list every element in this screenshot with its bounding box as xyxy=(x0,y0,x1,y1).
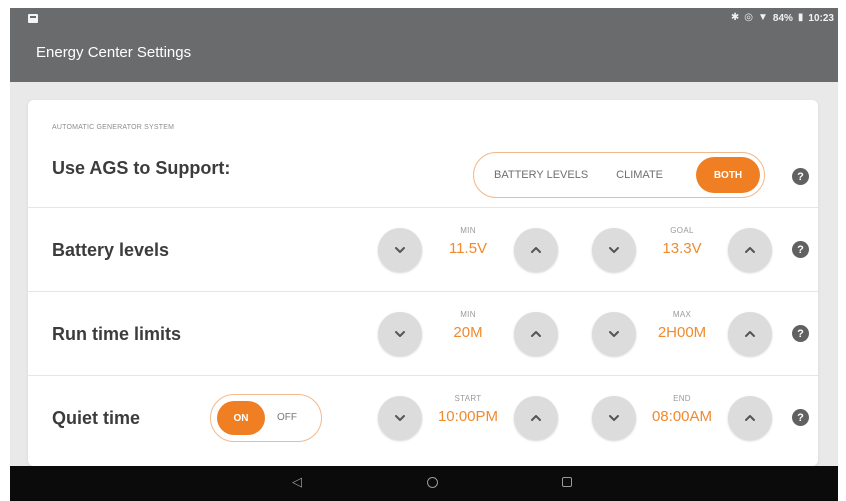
battery-goal-display: GOAL 13.3V xyxy=(638,226,726,257)
quiet-end-decrease-button[interactable] xyxy=(592,396,636,440)
target-icon: ◎ xyxy=(744,12,753,23)
battery-goal-value: 13.3V xyxy=(662,240,702,257)
toggle-off-option[interactable]: OFF xyxy=(277,412,297,423)
value-caption: MIN xyxy=(460,310,476,319)
chevron-down-icon xyxy=(609,247,619,253)
help-icon[interactable]: ? xyxy=(792,168,809,185)
chevron-up-icon xyxy=(745,247,755,253)
runtime-min-display: MIN 20M xyxy=(424,310,512,341)
ags-support-selector: BATTERY LEVELS CLIMATE BOTH xyxy=(473,152,765,198)
runtime-min-increase-button[interactable] xyxy=(514,312,558,356)
page-title: Energy Center Settings xyxy=(36,44,192,61)
chevron-up-icon xyxy=(745,415,755,421)
runtime-max-value: 2H00M xyxy=(657,324,707,341)
battery-min-increase-button[interactable] xyxy=(514,228,558,272)
bluetooth-icon: ✱ xyxy=(730,12,740,23)
quiet-time-toggle[interactable]: ON OFF xyxy=(210,394,322,442)
system-nav-bar: ◁ xyxy=(10,466,838,501)
runtime-max-display: MAX 2H00M xyxy=(638,310,726,341)
runtime-max-decrease-button[interactable] xyxy=(592,312,636,356)
runtime-min-value: 20M xyxy=(453,324,483,341)
run-time-limits-label: Run time limits xyxy=(52,324,182,344)
chevron-down-icon xyxy=(395,415,405,421)
ags-support-label: Use AGS to Support: xyxy=(52,158,231,178)
ags-row: AUTOMATIC GENERATOR SYSTEM Use AGS to Su… xyxy=(28,100,818,208)
battery-icon: ▮ xyxy=(797,12,804,23)
wifi-icon: ▼ xyxy=(757,12,768,23)
battery-percent: 84% xyxy=(772,12,793,24)
chevron-up-icon xyxy=(531,331,541,337)
section-caption: AUTOMATIC GENERATOR SYSTEM xyxy=(52,124,175,131)
status-bar: ✱ ◎ ▼ 84% ▮ 10:23 xyxy=(731,12,834,24)
help-icon[interactable]: ? xyxy=(792,409,809,426)
quiet-end-value: 08:00AM xyxy=(651,408,713,425)
screenshot-frame: ✱ ◎ ▼ 84% ▮ 10:23 Energy Center Settings… xyxy=(0,0,846,501)
option-battery-levels[interactable]: BATTERY LEVELS xyxy=(474,169,602,181)
value-caption: START xyxy=(454,394,482,403)
chevron-down-icon xyxy=(609,415,619,421)
recent-apps-icon[interactable] xyxy=(562,477,572,487)
battery-goal-increase-button[interactable] xyxy=(728,228,772,272)
quiet-end-display: END 08:00AM xyxy=(638,394,726,425)
chevron-down-icon xyxy=(395,331,405,337)
battery-levels-label: Battery levels xyxy=(52,240,170,260)
quiet-start-display: START 10:00PM xyxy=(424,394,512,425)
battery-goal-decrease-button[interactable] xyxy=(592,228,636,272)
battery-min-display: MIN 11.5V xyxy=(424,226,512,257)
option-both[interactable]: BOTH xyxy=(696,157,760,193)
chevron-down-icon xyxy=(609,331,619,337)
value-caption: GOAL xyxy=(670,226,694,235)
quiet-time-label: Quiet time xyxy=(52,408,141,428)
quiet-time-row: Quiet time ON OFF START 10:00PM END 08:0… xyxy=(28,376,818,460)
home-icon[interactable] xyxy=(427,477,438,488)
toggle-on-option[interactable]: ON xyxy=(217,401,265,435)
notification-icon xyxy=(28,14,38,23)
app-bar: ✱ ◎ ▼ 84% ▮ 10:23 Energy Center Settings xyxy=(10,8,838,82)
chevron-up-icon xyxy=(531,415,541,421)
battery-levels-row: Battery levels MIN 11.5V GOAL 13.3V ? xyxy=(28,208,818,292)
chevron-up-icon xyxy=(745,331,755,337)
chevron-down-icon xyxy=(395,247,405,253)
quiet-start-increase-button[interactable] xyxy=(514,396,558,440)
value-caption: MAX xyxy=(672,310,692,319)
quiet-start-value: 10:00PM xyxy=(437,408,499,425)
help-icon[interactable]: ? xyxy=(792,241,809,258)
runtime-min-decrease-button[interactable] xyxy=(378,312,422,356)
option-climate[interactable]: CLIMATE xyxy=(602,169,677,181)
help-icon[interactable]: ? xyxy=(792,325,809,342)
quiet-end-increase-button[interactable] xyxy=(728,396,772,440)
chevron-up-icon xyxy=(531,247,541,253)
runtime-max-increase-button[interactable] xyxy=(728,312,772,356)
device-screen: ✱ ◎ ▼ 84% ▮ 10:23 Energy Center Settings… xyxy=(10,8,838,501)
settings-card: AUTOMATIC GENERATOR SYSTEM Use AGS to Su… xyxy=(28,100,818,466)
battery-min-value: 11.5V xyxy=(448,240,488,257)
quiet-start-decrease-button[interactable] xyxy=(378,396,422,440)
run-time-limits-row: Run time limits MIN 20M MAX 2H00M ? xyxy=(28,292,818,376)
value-caption: END xyxy=(673,394,691,403)
clock: 10:23 xyxy=(808,12,834,24)
value-caption: MIN xyxy=(460,226,476,235)
battery-min-decrease-button[interactable] xyxy=(378,228,422,272)
back-icon[interactable]: ◁ xyxy=(292,474,302,490)
